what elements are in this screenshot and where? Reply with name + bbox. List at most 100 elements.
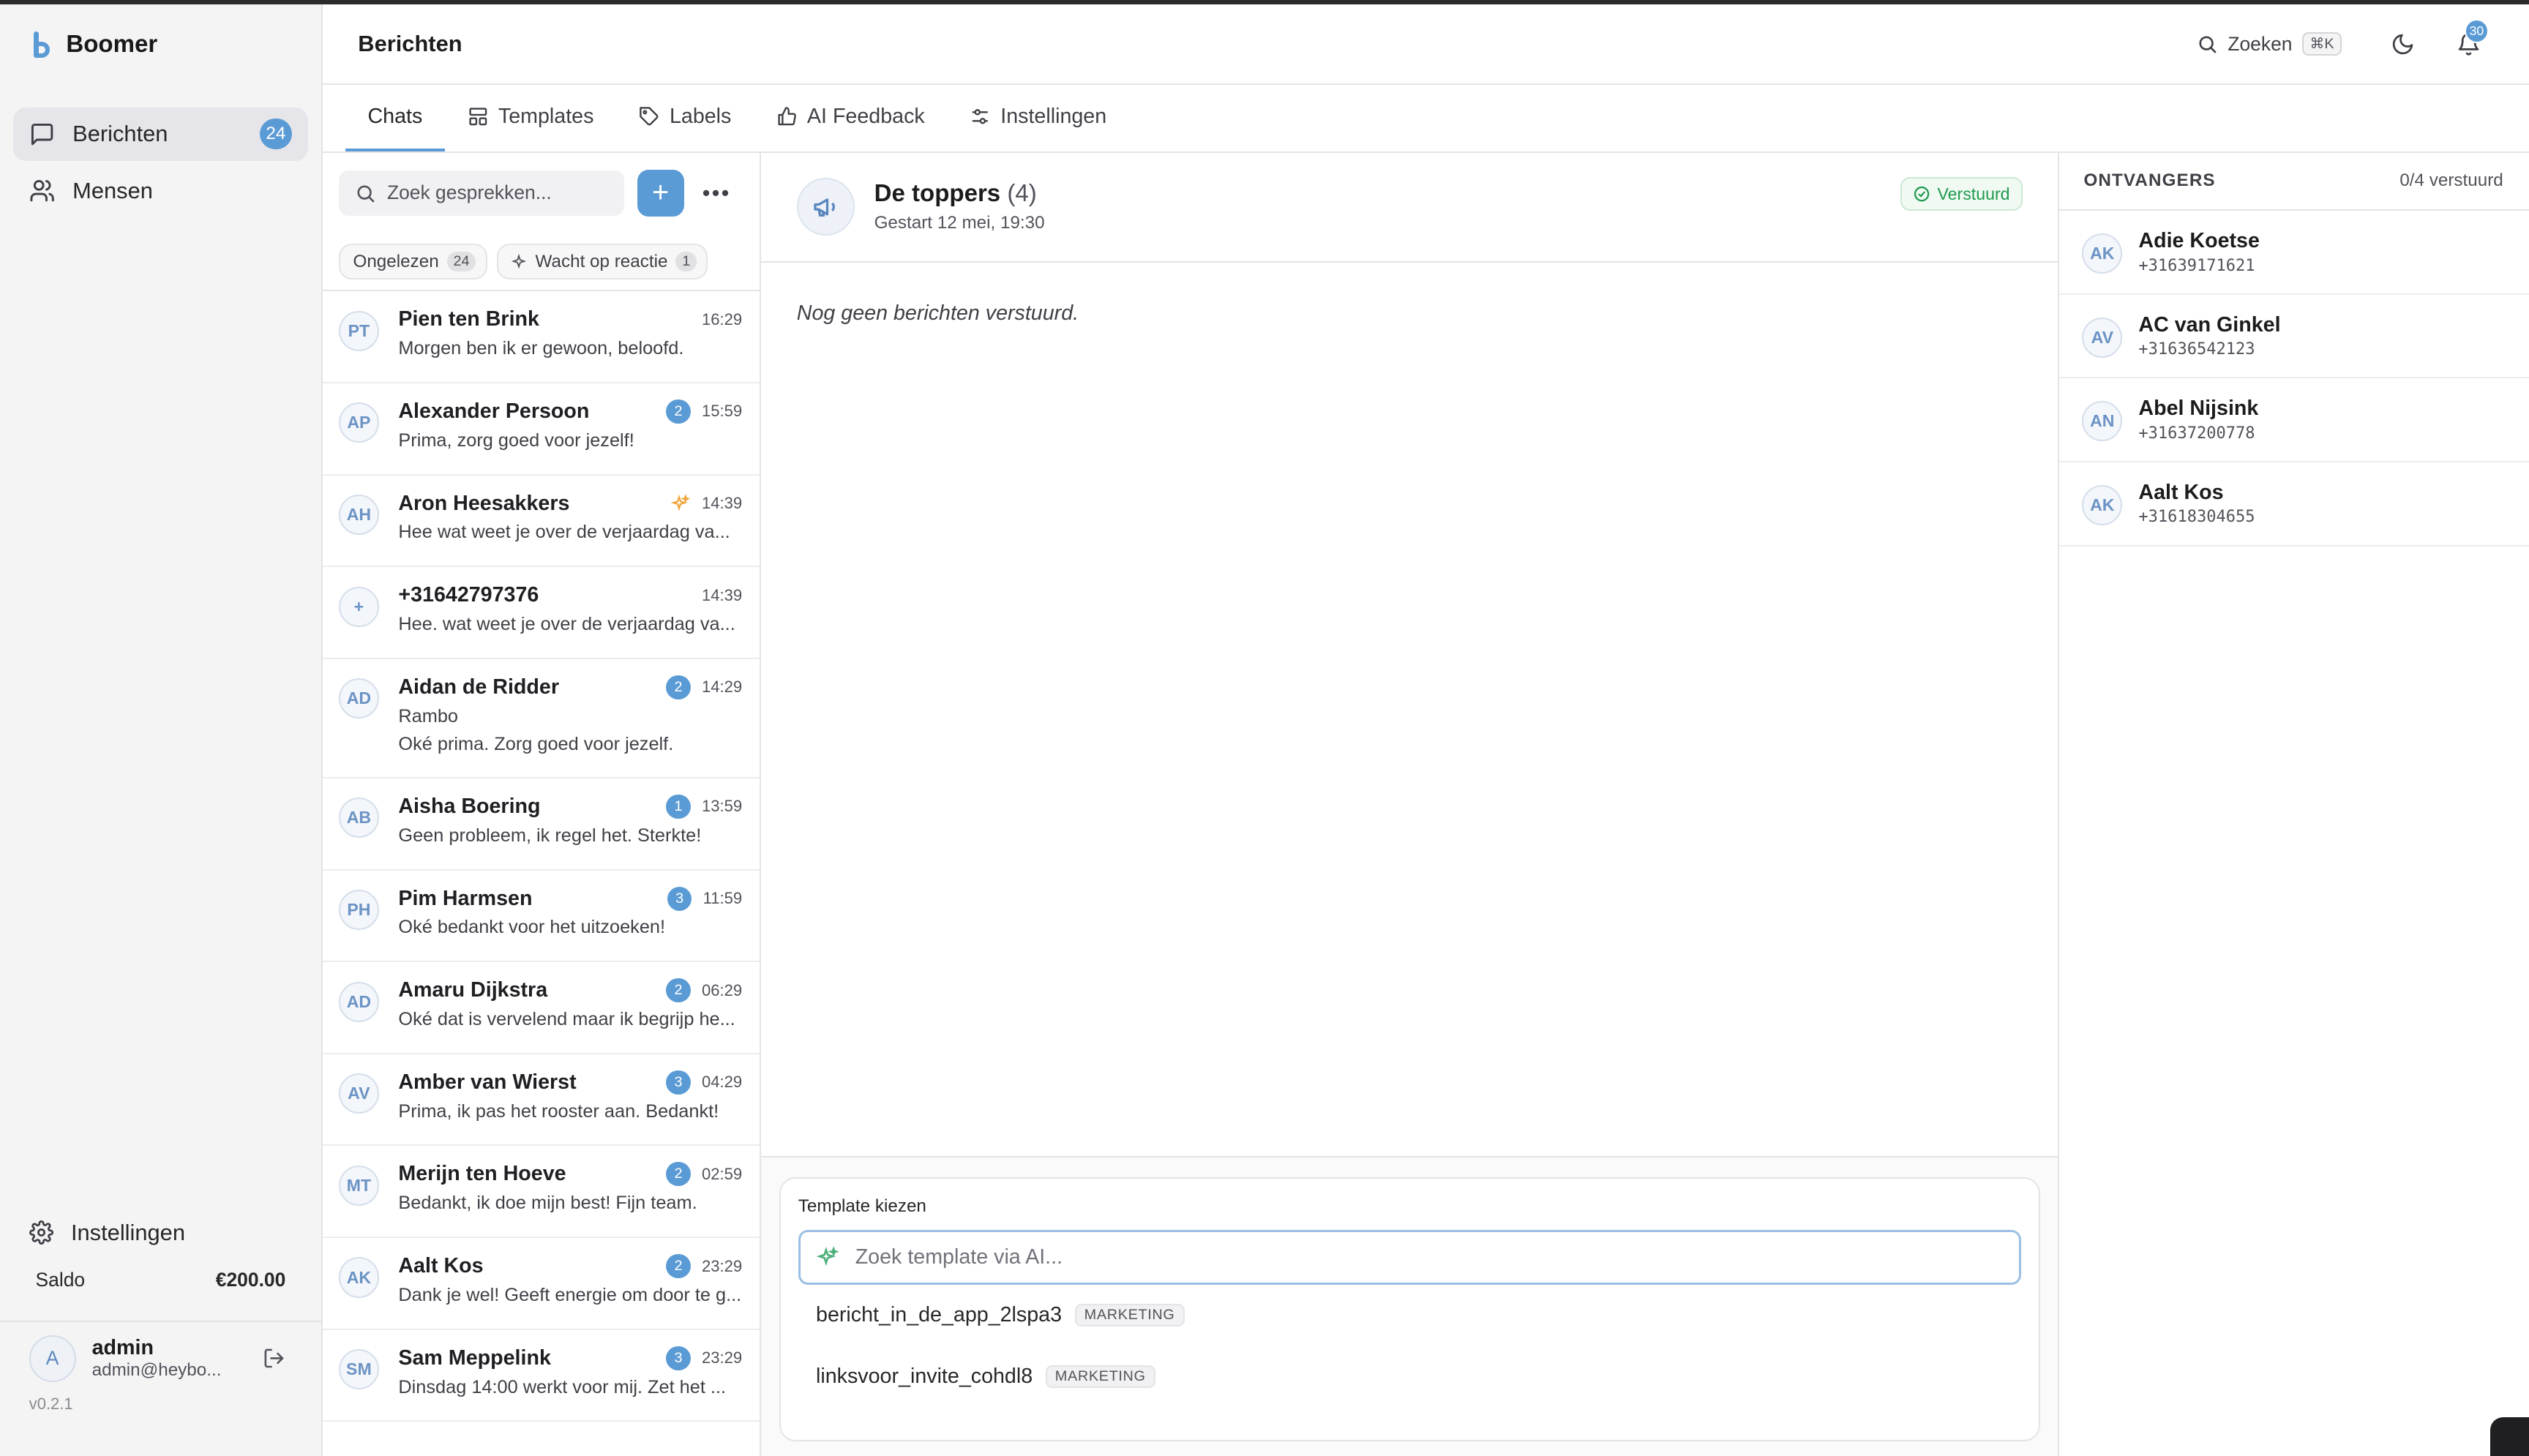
list-item[interactable]: AB Aisha Boering 1 13:59 Geen probleem, ik r… [322,778,760,871]
logout-icon[interactable] [263,1347,285,1370]
more-options-icon[interactable]: ••• [702,180,731,206]
message-time: 15:59 [701,402,743,421]
content-body: Zoek gesprekken... + ••• Ongelezen 24 Wa… [322,152,2529,1456]
message-time: 14:39 [701,585,743,604]
chat-name: De toppers [874,180,1001,208]
recipient-item[interactable]: AN Abel Nijsink +31637200778 [2059,378,2529,462]
contact-name: Sam Meppelink [398,1346,551,1370]
saldo-label: Saldo [35,1269,86,1291]
contact-name: +31642797376 [398,583,539,607]
unread-badge: 2 [666,978,691,1003]
message-time: 11:59 [702,889,743,908]
chat-title: De toppers (4) [874,180,1045,208]
sparkle-icon [816,1245,839,1269]
sidebar-item-mensen[interactable]: Mensen [13,164,309,217]
list-item[interactable]: SM Sam Meppelink 3 23:29 Dinsdag 14:00 werkt… [322,1330,760,1422]
message-time: 14:29 [701,678,743,697]
unread-badge: 2 [666,675,691,699]
list-item[interactable]: AD Amaru Dijkstra 2 06:29 Oké dat is vervele… [322,962,760,1054]
main-area: Berichten Zoeken ⌘K 30 Chats Templates L… [322,4,2529,1456]
template-option[interactable]: linksvoor_invite_cohdl8 MARKETING [798,1346,2021,1407]
recipient-item[interactable]: AK Adie Koetse +31639171621 [2059,211,2529,295]
template-option[interactable]: bericht_in_de_app_2lspa3 MARKETING [798,1285,2021,1346]
message-time: 23:29 [701,1348,743,1367]
list-item[interactable]: AH Aron Heesakkers 14:39 Hee wat weet je ov… [322,476,760,568]
sparkle-icon [671,493,691,513]
moon-icon[interactable] [2391,32,2415,56]
template-search-input[interactable]: Zoek template via AI... [798,1229,2021,1285]
recipient-phone: +31639171621 [2138,256,2255,275]
new-conversation-button[interactable]: + [637,169,684,217]
recipient-name: AC van Ginkel [2138,312,2281,337]
chat-subtitle: Gestart 12 mei, 19:30 [874,213,1045,233]
list-item[interactable]: + +31642797376 14:39 Hee. wat weet je over … [322,567,760,659]
tab-instellingen[interactable]: Instellingen [948,85,1129,151]
list-item[interactable]: AK Aalt Kos 2 23:29 Dank je wel! Geeft energ… [322,1238,760,1330]
sidebar-item-berichten[interactable]: Berichten 24 [12,108,309,161]
message-preview: Oké bedankt voor het uitzoeken! [398,917,666,938]
avatar: AK [2082,484,2123,525]
message-time: 02:59 [701,1164,743,1183]
message-time: 14:39 [701,494,743,513]
chat-member-count: (4) [1007,180,1037,208]
contact-name: Amaru Dijkstra [398,978,548,1002]
list-item[interactable]: AP Alexander Persoon 2 15:59 Prima, zorg goe… [322,383,760,476]
app-version: v0.2.1 [29,1395,73,1414]
list-item[interactable]: PT Pien ten Brink 16:29 Morgen ben ik er ge… [322,291,760,383]
contact-name: Aisha Boering [398,794,541,818]
layout-icon [468,106,489,127]
list-item[interactable]: PH Pim Harmsen 3 11:59 Oké bedankt voor het … [322,871,760,963]
sliders-icon [970,106,991,127]
unread-badge: 2 [666,1162,691,1187]
template-category-tag: MARKETING [1074,1303,1185,1327]
list-item[interactable]: MT Merijn ten Hoeve 2 02:59 Bedankt, ik doe … [322,1146,760,1239]
avatar: AV [338,1073,379,1114]
recipient-item[interactable]: AK Aalt Kos +31618304655 [2059,462,2529,547]
status-badge: Verstuurd [1900,176,2023,211]
contact-name: Aidan de Ridder [398,675,559,699]
avatar: AK [2082,233,2123,274]
avatar[interactable]: A [29,1335,76,1382]
avatar: AD [338,981,379,1022]
recipient-phone: +31636542123 [2138,340,2255,359]
filter-unread[interactable]: Ongelezen 24 [338,244,487,279]
avatar: PH [338,889,379,931]
tag-icon [639,106,660,127]
tab-ai-feedback[interactable]: AI Feedback [754,85,947,151]
brand[interactable]: Boomer [0,4,321,85]
tab-templates[interactable]: Templates [445,85,616,151]
message-preview: Hee wat weet je over de verjaardag va... [398,522,730,543]
message-preview: Dank je wel! Geeft energie om door te g.… [398,1284,742,1305]
template-search-placeholder: Zoek template via AI... [855,1245,1063,1269]
tab-chats[interactable]: Chats [345,85,446,151]
message-preview: Bedankt, ik doe mijn best! Fijn team. [398,1193,697,1214]
search-label: Zoeken [2228,32,2293,55]
sidebar-item-instellingen[interactable]: Instellingen [0,1207,321,1260]
avatar: AK [338,1257,379,1298]
global-search-button[interactable]: Zoeken ⌘K [2197,31,2342,56]
empty-messages-text: Nog geen berichten verstuurd. [761,262,2058,1157]
filter-awaiting-reply[interactable]: Wacht op reactie 1 [496,244,708,279]
saldo-row: Saldo €200.00 [0,1269,321,1291]
status-label: Verstuurd [1937,184,2010,203]
avatar: MT [338,1165,379,1206]
message-preview: Hee. wat weet je over de verjaardag va..… [398,614,735,635]
message-preview: Geen probleem, ik regel het. Sterkte! [398,825,702,846]
recipient-name: Abel Nijsink [2138,397,2259,421]
filter-count: 1 [675,251,697,272]
bell-icon[interactable]: 30 [2457,18,2489,56]
message-preview: Morgen ben ik er gewoon, beloofd. [398,338,684,359]
list-item[interactable]: AD Aidan de Ridder 2 14:29 Rambo Oké prima. Z… [322,659,760,778]
corner-widget[interactable] [2490,1417,2529,1456]
conversation-search-input[interactable]: Zoek gesprekken... [338,170,624,216]
tab-label: AI Feedback [806,104,925,128]
users-icon [29,178,55,203]
sidebar: Boomer Berichten 24 Mensen Instellingen … [0,4,323,1456]
tab-label: Templates [498,104,594,128]
list-item[interactable]: AV Amber van Wierst 3 04:29 Prima, ik pas he… [322,1054,760,1147]
recipient-item[interactable]: AV AC van Ginkel +31636542123 [2059,295,2529,379]
user-name: admin [91,1336,154,1360]
shortcut-hint: ⌘K [2301,31,2342,56]
tab-labels[interactable]: Labels [616,85,754,151]
unread-count-badge: 24 [259,119,293,150]
